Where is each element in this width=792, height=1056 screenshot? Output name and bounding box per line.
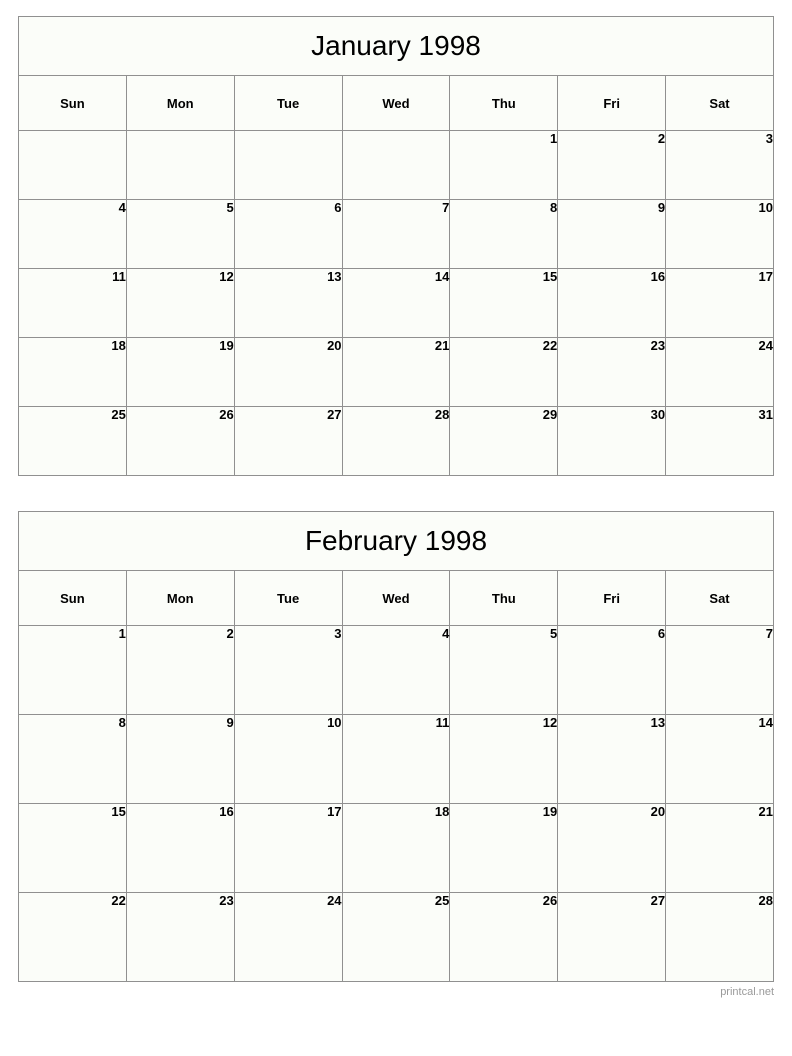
day-cell[interactable]: 27 xyxy=(557,892,667,982)
day-cell[interactable]: 11 xyxy=(341,714,451,804)
calendar-week-row: 11 12 13 14 15 16 17 xyxy=(18,268,774,338)
day-cell[interactable]: 25 xyxy=(18,406,127,476)
weekday-header-sun: Sun xyxy=(18,570,127,626)
weekday-header-row: Sun Mon Tue Wed Thu Fri Sat xyxy=(18,75,774,131)
day-cell[interactable]: 21 xyxy=(665,803,774,893)
day-cell[interactable]: 7 xyxy=(341,199,451,269)
day-cell[interactable]: 15 xyxy=(449,268,559,338)
day-cell[interactable]: 5 xyxy=(125,199,235,269)
calendar-week-row: 15 16 17 18 19 20 21 xyxy=(18,803,774,893)
day-cell[interactable]: 13 xyxy=(233,268,343,338)
day-cell[interactable]: 19 xyxy=(125,337,235,407)
day-cell[interactable] xyxy=(233,130,343,200)
day-cell[interactable]: 8 xyxy=(18,714,127,804)
day-cell[interactable]: 6 xyxy=(557,625,667,715)
weekday-header-sat: Sat xyxy=(665,570,774,626)
day-cell[interactable]: 16 xyxy=(557,268,667,338)
day-cell[interactable]: 1 xyxy=(449,130,559,200)
day-cell[interactable]: 29 xyxy=(449,406,559,476)
day-cell[interactable]: 21 xyxy=(341,337,451,407)
day-cell[interactable]: 28 xyxy=(341,406,451,476)
day-cell[interactable]: 20 xyxy=(233,337,343,407)
calendar-week-row: 18 19 20 21 22 23 24 xyxy=(18,337,774,407)
day-cell[interactable]: 22 xyxy=(18,892,127,982)
day-cell[interactable]: 10 xyxy=(233,714,343,804)
day-cell[interactable]: 3 xyxy=(233,625,343,715)
calendar-title: January 1998 xyxy=(18,16,774,76)
day-cell[interactable]: 4 xyxy=(18,199,127,269)
weekday-header-wed: Wed xyxy=(341,570,451,626)
weekday-header-row: Sun Mon Tue Wed Thu Fri Sat xyxy=(18,570,774,626)
day-cell[interactable]: 17 xyxy=(233,803,343,893)
day-cell[interactable] xyxy=(125,130,235,200)
calendar-week-row: 25 26 27 28 29 30 31 xyxy=(18,406,774,476)
day-cell[interactable]: 26 xyxy=(449,892,559,982)
day-cell[interactable]: 6 xyxy=(233,199,343,269)
day-cell[interactable]: 5 xyxy=(449,625,559,715)
day-cell[interactable] xyxy=(341,130,451,200)
day-cell[interactable]: 23 xyxy=(125,892,235,982)
day-cell[interactable]: 2 xyxy=(557,130,667,200)
weekday-header-mon: Mon xyxy=(125,75,235,131)
day-cell[interactable]: 2 xyxy=(125,625,235,715)
weekday-header-tue: Tue xyxy=(233,75,343,131)
day-cell[interactable]: 13 xyxy=(557,714,667,804)
calendar-gap xyxy=(18,476,774,511)
day-cell[interactable]: 18 xyxy=(341,803,451,893)
weekday-header-thu: Thu xyxy=(449,75,559,131)
calendar-page: January 1998 Sun Mon Tue Wed Thu Fri Sat… xyxy=(18,16,774,998)
calendar-february: February 1998 Sun Mon Tue Wed Thu Fri Sa… xyxy=(18,511,774,982)
day-cell[interactable]: 18 xyxy=(18,337,127,407)
calendar-title: February 1998 xyxy=(18,511,774,571)
day-cell[interactable]: 14 xyxy=(341,268,451,338)
day-cell[interactable]: 16 xyxy=(125,803,235,893)
day-cell[interactable]: 17 xyxy=(665,268,774,338)
day-cell[interactable]: 25 xyxy=(341,892,451,982)
weekday-header-thu: Thu xyxy=(449,570,559,626)
day-cell[interactable]: 24 xyxy=(233,892,343,982)
day-cell[interactable]: 11 xyxy=(18,268,127,338)
weekday-header-fri: Fri xyxy=(557,75,667,131)
site-footer: printcal.net xyxy=(720,986,774,998)
day-cell[interactable]: 10 xyxy=(665,199,774,269)
day-cell[interactable] xyxy=(18,130,127,200)
day-cell[interactable]: 20 xyxy=(557,803,667,893)
day-cell[interactable]: 15 xyxy=(18,803,127,893)
day-cell[interactable]: 28 xyxy=(665,892,774,982)
calendar-title-row: January 1998 xyxy=(18,16,774,76)
day-cell[interactable]: 14 xyxy=(665,714,774,804)
day-cell[interactable]: 3 xyxy=(665,130,774,200)
weekday-header-sat: Sat xyxy=(665,75,774,131)
day-cell[interactable]: 1 xyxy=(18,625,127,715)
day-cell[interactable]: 23 xyxy=(557,337,667,407)
day-cell[interactable]: 26 xyxy=(125,406,235,476)
weekday-header-wed: Wed xyxy=(341,75,451,131)
weekday-header-mon: Mon xyxy=(125,570,235,626)
day-cell[interactable]: 9 xyxy=(557,199,667,269)
weekday-header-sun: Sun xyxy=(18,75,127,131)
day-cell[interactable]: 12 xyxy=(125,268,235,338)
calendar-week-row: 8 9 10 11 12 13 14 xyxy=(18,714,774,804)
day-cell[interactable]: 12 xyxy=(449,714,559,804)
calendar-week-row: 4 5 6 7 8 9 10 xyxy=(18,199,774,269)
day-cell[interactable]: 19 xyxy=(449,803,559,893)
day-cell[interactable]: 22 xyxy=(449,337,559,407)
calendar-week-row: 1 2 3 xyxy=(18,130,774,200)
day-cell[interactable]: 4 xyxy=(341,625,451,715)
day-cell[interactable]: 31 xyxy=(665,406,774,476)
day-cell[interactable]: 8 xyxy=(449,199,559,269)
calendar-january: January 1998 Sun Mon Tue Wed Thu Fri Sat… xyxy=(18,16,774,476)
calendar-week-row: 22 23 24 25 26 27 28 xyxy=(18,892,774,982)
day-cell[interactable]: 9 xyxy=(125,714,235,804)
calendar-week-row: 1 2 3 4 5 6 7 xyxy=(18,625,774,715)
day-cell[interactable]: 7 xyxy=(665,625,774,715)
day-cell[interactable]: 30 xyxy=(557,406,667,476)
day-cell[interactable]: 27 xyxy=(233,406,343,476)
calendar-title-row: February 1998 xyxy=(18,511,774,571)
weekday-header-tue: Tue xyxy=(233,570,343,626)
day-cell[interactable]: 24 xyxy=(665,337,774,407)
weekday-header-fri: Fri xyxy=(557,570,667,626)
